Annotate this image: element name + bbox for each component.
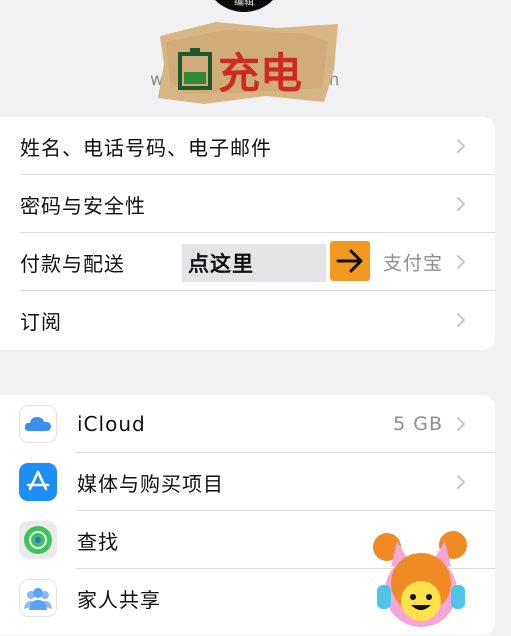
edit-label: 编辑	[234, 0, 254, 8]
row-label: 查找	[77, 529, 119, 554]
row-label: 姓名、电话号码、电子邮件	[20, 135, 272, 160]
sticker-text: 充电	[218, 49, 302, 98]
row-label: 订阅	[20, 309, 62, 334]
chevron-right-icon	[457, 139, 465, 153]
chevron-right-icon	[457, 313, 465, 327]
payment-method-value: 支付宝	[382, 252, 443, 275]
mascot-sticker-icon	[373, 531, 467, 627]
row-subscriptions[interactable]: 订阅	[0, 291, 495, 349]
row-password-security[interactable]: 密码与安全性	[0, 175, 495, 233]
avatar-edit-button[interactable]: 编辑	[203, 0, 285, 12]
row-label: 家人共享	[77, 587, 161, 612]
chevron-right-icon	[457, 197, 465, 211]
charging-sticker: 充电	[158, 22, 338, 104]
row-icloud[interactable]: iCloud 5 GB	[0, 395, 495, 453]
app-store-icon	[19, 463, 57, 501]
annotation-text: 点这里	[188, 252, 254, 276]
row-label: iCloud	[77, 412, 146, 436]
chevron-right-icon	[457, 417, 465, 431]
find-my-icon	[19, 521, 57, 559]
row-name-phone-email[interactable]: 姓名、电话号码、电子邮件	[0, 117, 495, 175]
storage-value: 5 GB	[393, 413, 443, 435]
tap-here-annotation: 点这里	[182, 244, 326, 282]
account-section: 姓名、电话号码、电子邮件 密码与安全性 付款与配送 点这里 支付宝 订阅	[0, 117, 495, 350]
row-label: 媒体与购买项目	[77, 471, 224, 496]
family-sharing-icon	[19, 579, 57, 617]
chevron-right-icon	[457, 255, 465, 269]
row-label: 密码与安全性	[20, 193, 146, 218]
row-payment-shipping[interactable]: 付款与配送 点这里 支付宝	[0, 233, 495, 291]
arrow-right-icon	[330, 241, 370, 281]
row-label: 付款与配送	[20, 251, 125, 276]
icloud-icon	[19, 405, 57, 443]
chevron-right-icon	[457, 475, 465, 489]
row-media-purchases[interactable]: 媒体与购买项目	[0, 453, 495, 511]
